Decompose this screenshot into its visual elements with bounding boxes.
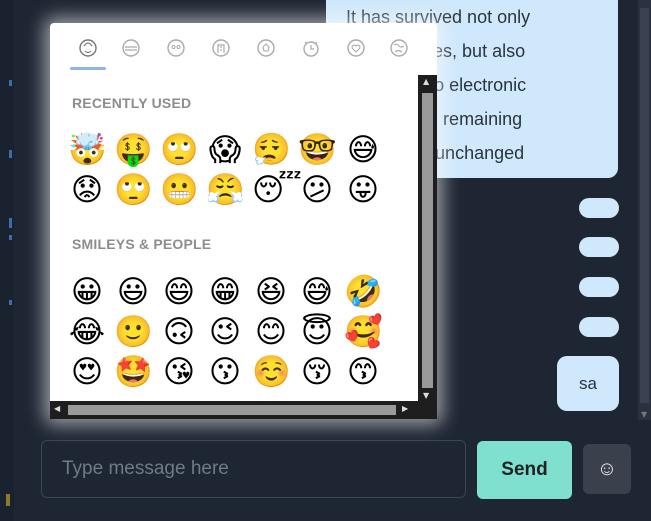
emoji-item[interactable]: 😂 (68, 313, 106, 351)
emoji-item[interactable]: 😃 (114, 273, 152, 311)
emoji-list-hscrollbar[interactable]: ◀ ▶ (50, 401, 418, 419)
emoji-item[interactable]: 😍 (68, 353, 106, 391)
emoji-item[interactable]: 😗 (206, 353, 244, 391)
sent-message-text: sa (579, 373, 597, 393)
emoji-item[interactable]: 😀 (68, 273, 106, 311)
message-composer: Send ☺ (0, 430, 651, 521)
emoji-item[interactable]: 😱 (206, 131, 244, 169)
scroll-right-arrow-icon[interactable]: ▶ (402, 404, 408, 413)
chat-area: It has survived not only five centuries,… (0, 0, 651, 521)
buildings-icon[interactable] (210, 37, 232, 59)
active-category-indicator (70, 67, 106, 70)
emoji-item[interactable]: 🙄 (160, 131, 199, 169)
emoji-item[interactable]: 😬 (160, 171, 199, 209)
emoji-item[interactable]: 🤯 (68, 131, 107, 169)
emoji-list: RECENTLY USED 🤯 🤑 🙄 😱 😮‍💨 🤓 😅 😟 🙄 😬 😤 😴 😕 😛 SMILEYS &… (50, 75, 419, 403)
empty-message-bubble (579, 198, 619, 218)
emoji-item[interactable]: 😆 (252, 273, 290, 311)
activities-icon[interactable] (255, 37, 277, 59)
message-input[interactable] (41, 440, 466, 498)
section-title-smileys: SMILEYS & PEOPLE (72, 236, 212, 252)
emoji-list-scroll-thumb[interactable] (422, 93, 433, 388)
emoji-item[interactable]: 😕 (298, 171, 336, 209)
chat-scrollbar-thumb[interactable] (640, 8, 649, 403)
emoji-item[interactable]: 😇 (298, 313, 336, 351)
status-marker (6, 494, 10, 506)
emoji-item[interactable]: 😴 (252, 171, 302, 209)
emoji-item[interactable]: 😊 (252, 313, 290, 351)
emoji-item[interactable]: 🤑 (114, 131, 153, 169)
emoji-item[interactable]: 😟 (68, 171, 106, 209)
empty-message-bubble (579, 277, 619, 297)
emoji-item[interactable]: 😄 (160, 273, 198, 311)
emoji-item[interactable]: 🤩 (114, 353, 153, 391)
emoji-item[interactable]: 😛 (344, 171, 382, 209)
smiley-icon: ☺ (596, 457, 618, 480)
scroll-down-arrow-icon[interactable]: ▼ (641, 410, 647, 419)
emoji-picker: RECENTLY USED 🤯 🤑 🙄 😱 😮‍💨 🤓 😅 😟 🙄 😬 😤 😴 😕 😛 SMILEYS &… (50, 23, 437, 419)
emoji-item[interactable]: 🙄 (114, 171, 153, 209)
animals-icon[interactable] (165, 37, 187, 59)
travel-icon[interactable] (300, 37, 322, 59)
flags-icon[interactable] (388, 37, 410, 59)
emoji-item[interactable]: 🥰 (344, 313, 383, 351)
send-button[interactable]: Send (477, 441, 572, 499)
emoji-item[interactable]: 🤓 (298, 131, 337, 169)
scroll-left-arrow-icon[interactable]: ◀ (54, 404, 60, 413)
empty-message-bubble (579, 317, 619, 337)
emoji-item[interactable]: 😚 (298, 353, 336, 391)
scroll-up-arrow-icon[interactable]: ▲ (423, 77, 429, 86)
scrollbar-corner (418, 401, 437, 419)
emoji-item[interactable]: 😮‍💨 (252, 131, 291, 169)
emoji-item[interactable]: 😅 (344, 131, 382, 169)
scroll-down-arrow-icon[interactable]: ▼ (423, 391, 429, 400)
section-title-recent: RECENTLY USED (72, 95, 192, 111)
emoji-item[interactable]: 🤣 (344, 273, 383, 311)
emoji-list-vscrollbar[interactable]: ▲ ▼ (418, 75, 437, 405)
emoji-item[interactable]: 😁 (206, 273, 244, 311)
empty-message-bubble (579, 237, 619, 257)
emoji-item[interactable]: 🙃 (160, 313, 198, 351)
emoji-list-hscroll-thumb[interactable] (68, 405, 396, 415)
smileys-people-icon[interactable] (77, 37, 99, 59)
emoji-picker-button[interactable]: ☺ (583, 444, 631, 494)
emoji-item[interactable]: ☺️ (252, 353, 291, 391)
emoji-item[interactable]: 😘 (160, 353, 198, 391)
emoji-category-bar (50, 23, 437, 71)
emoji-item[interactable]: 🙂 (114, 313, 153, 351)
emoji-item[interactable]: 😤 (206, 171, 245, 209)
sent-message-bubble: sa (557, 356, 619, 411)
food-icon[interactable] (120, 37, 142, 59)
emoji-item[interactable]: 😅 (298, 273, 336, 311)
emoji-item[interactable]: 😉 (206, 313, 244, 351)
emoji-item[interactable]: 😙 (344, 353, 382, 391)
chat-scrollbar[interactable]: ▼ (638, 0, 651, 420)
symbols-icon[interactable] (345, 37, 367, 59)
